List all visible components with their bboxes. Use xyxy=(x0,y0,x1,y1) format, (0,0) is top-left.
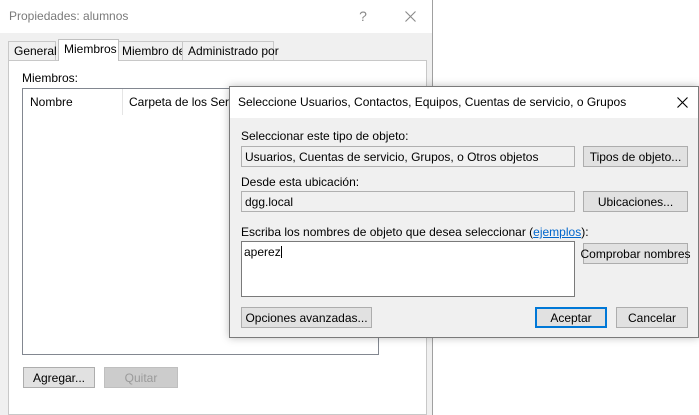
object-types-button[interactable]: Tipos de objeto... xyxy=(583,146,688,167)
locations-button[interactable]: Ubicaciones... xyxy=(583,191,688,212)
column-header-name[interactable]: Nombre xyxy=(30,95,73,109)
help-button[interactable]: ? xyxy=(346,4,380,28)
close-icon xyxy=(676,96,688,108)
text-caret xyxy=(280,246,282,258)
properties-titlebar: Propiedades: alumnos ? xyxy=(0,0,432,33)
object-type-field[interactable]: Usuarios, Cuentas de servicio, Grupos, o… xyxy=(241,146,575,167)
tab-members[interactable]: Miembros xyxy=(58,39,119,61)
add-button[interactable]: Agregar... xyxy=(23,367,95,388)
properties-window-title: Propiedades: alumnos xyxy=(9,9,129,23)
tab-managed-by[interactable]: Administrado por xyxy=(182,41,279,60)
members-label: Miembros: xyxy=(22,71,79,85)
dialog-title: Seleccione Usuarios, Contactos, Equipos,… xyxy=(238,95,627,109)
examples-link[interactable]: ejemplos xyxy=(533,225,581,239)
close-icon xyxy=(404,10,416,22)
check-names-button[interactable]: Comprobar nombres xyxy=(580,243,691,264)
tab-label: Miembro de xyxy=(122,44,186,58)
column-separator[interactable] xyxy=(122,89,123,115)
object-names-label-text: Escriba los nombres de objeto que desea … xyxy=(241,225,534,239)
object-type-label: Seleccionar este tipo de objeto: xyxy=(241,129,409,143)
tab-label: Miembros xyxy=(64,42,117,56)
help-icon: ? xyxy=(359,8,367,24)
dialog-close-button[interactable] xyxy=(669,90,695,114)
object-names-label: Escriba los nombres de objeto que desea … xyxy=(241,225,589,239)
remove-button[interactable]: Quitar xyxy=(104,367,178,388)
tab-label: General xyxy=(14,44,57,58)
tab-general[interactable]: General xyxy=(8,41,57,60)
object-names-value: aperez xyxy=(244,245,281,259)
location-label: Desde esta ubicación: xyxy=(241,175,360,189)
location-field[interactable]: dgg.local xyxy=(241,191,575,212)
tab-label: Administrado por xyxy=(188,44,279,58)
properties-close-button[interactable] xyxy=(393,4,427,28)
cancel-button[interactable]: Cancelar xyxy=(616,307,688,328)
select-objects-dialog: Seleccione Usuarios, Contactos, Equipos,… xyxy=(229,86,699,338)
dialog-titlebar: Seleccione Usuarios, Contactos, Equipos,… xyxy=(230,87,698,118)
ok-button[interactable]: Aceptar xyxy=(535,307,607,328)
tab-member-of[interactable]: Miembro de xyxy=(116,41,186,60)
object-names-input[interactable]: aperez xyxy=(241,241,575,297)
advanced-options-button[interactable]: Opciones avanzadas... xyxy=(241,307,372,328)
object-names-label-suffix: ): xyxy=(581,225,589,239)
